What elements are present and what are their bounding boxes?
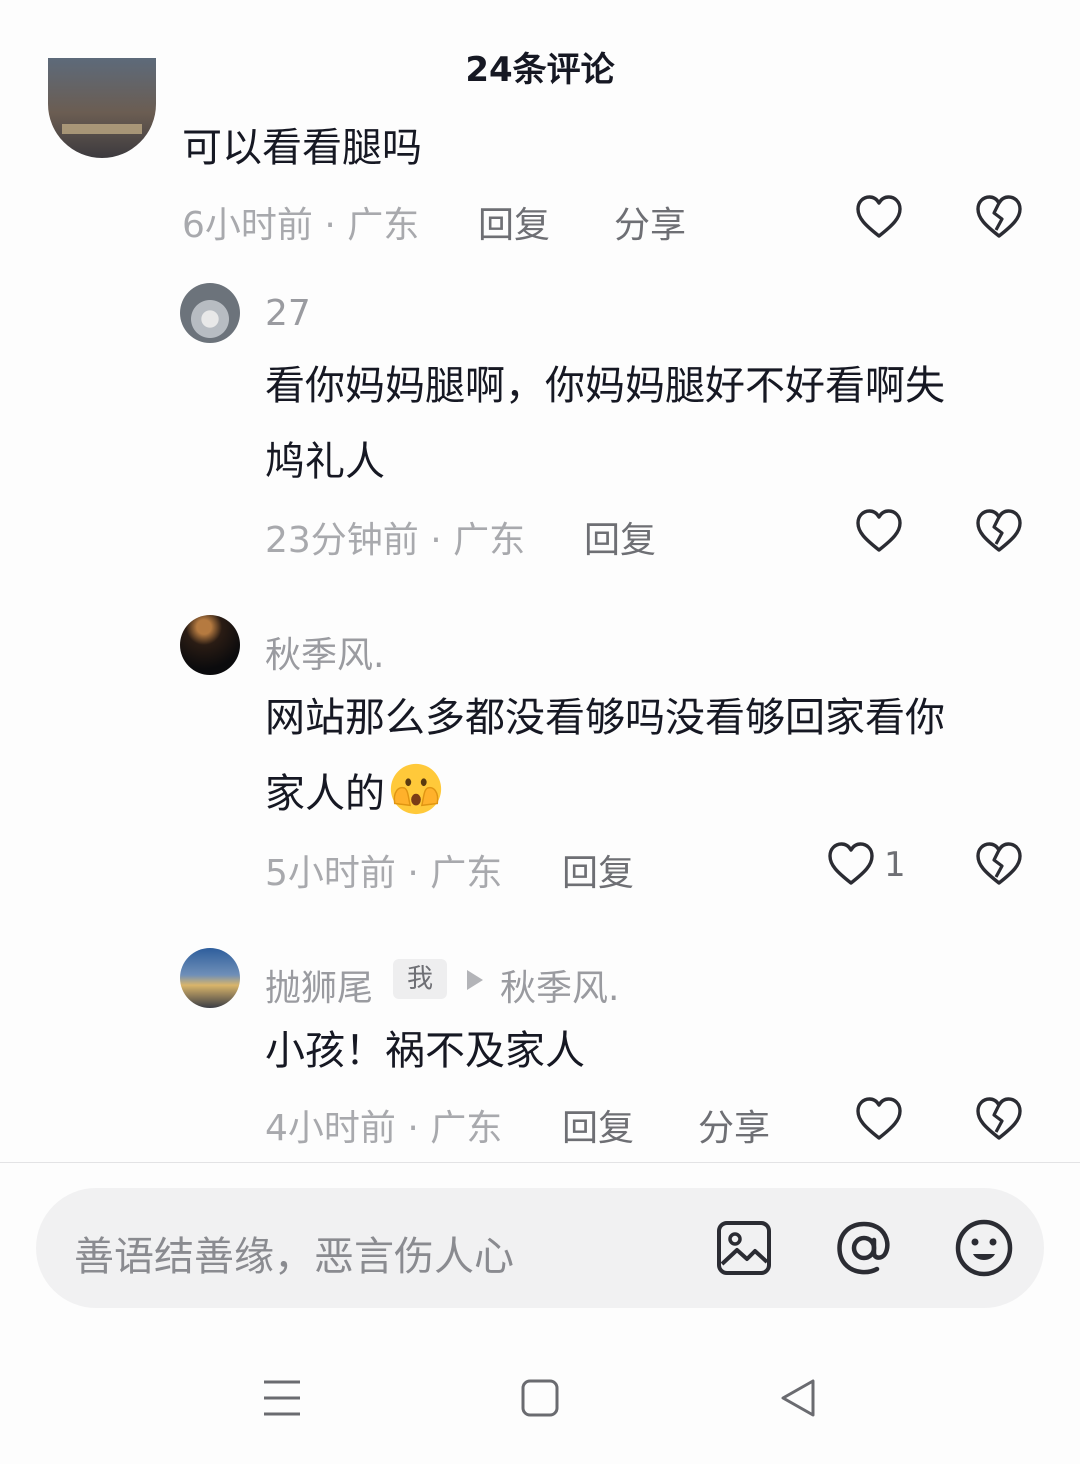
emoji-face-icon[interactable] <box>954 1218 1014 1278</box>
comments-header: 24条评论 <box>0 0 1080 120</box>
me-badge: 我 <box>393 959 447 999</box>
image-icon[interactable] <box>716 1220 772 1276</box>
share-button[interactable]: 分享 <box>614 196 686 248</box>
reply-button[interactable]: 回复 <box>478 196 550 248</box>
like-count: 1 <box>884 845 906 885</box>
comment-input-placeholder: 善语结善缘，恶言伤人心 <box>74 1234 514 1280</box>
comment-input[interactable]: 善语结善缘，恶言伤人心 <box>36 1188 1044 1308</box>
comment-text-line: 家人的 <box>265 771 385 817</box>
comments-count-title: 24条评论 <box>465 50 615 90</box>
broken-heart-icon[interactable] <box>975 194 1023 240</box>
commenter-name[interactable]: 秋季风. <box>265 626 384 678</box>
divider <box>0 1162 1080 1163</box>
system-nav-bar <box>0 1340 1080 1464</box>
avatar[interactable] <box>48 58 156 158</box>
comment-text: 小孩！祸不及家人 <box>265 1028 585 1074</box>
face-with-hands-over-mouth-icon <box>390 763 442 815</box>
share-button[interactable]: 分享 <box>698 1099 770 1151</box>
comment-meta: 6小时前 · 广东 <box>182 205 420 246</box>
reply-to-name[interactable]: 秋季风. <box>500 959 619 1011</box>
comment-meta: 5小时前 · 广东 <box>265 853 503 894</box>
broken-heart-icon[interactable] <box>975 841 1023 887</box>
heart-outline-icon[interactable] <box>855 194 903 240</box>
comment-meta: 23分钟前 · 广东 <box>265 520 526 561</box>
comment-text-line: 看你妈妈腿啊，你妈妈腿好不好看啊失 <box>265 363 945 409</box>
home-square-icon[interactable] <box>520 1378 560 1418</box>
comment-text-line: 鸠礼人 <box>265 439 385 485</box>
reply-button[interactable]: 回复 <box>584 511 656 563</box>
heart-outline-icon[interactable] <box>827 841 875 887</box>
reply-button[interactable]: 回复 <box>562 1099 634 1151</box>
broken-heart-icon[interactable] <box>975 1096 1023 1142</box>
avatar[interactable] <box>180 948 240 1008</box>
comment-text: 可以看看腿吗 <box>182 125 422 171</box>
back-triangle-icon[interactable] <box>778 1378 818 1418</box>
broken-heart-icon[interactable] <box>975 508 1023 554</box>
reply-button[interactable]: 回复 <box>562 844 634 896</box>
reply-to-arrow-icon <box>467 970 483 990</box>
menu-icon[interactable] <box>262 1378 302 1418</box>
commenter-name[interactable]: 27 <box>265 293 311 334</box>
heart-outline-icon[interactable] <box>855 1096 903 1142</box>
heart-outline-icon[interactable] <box>855 508 903 554</box>
comment-text-line: 网站那么多都没看够吗没看够回家看你 <box>265 695 945 741</box>
commenter-name[interactable]: 抛狮尾 <box>265 959 373 1011</box>
comment-text-line-with-emoji: 家人的 <box>265 756 445 832</box>
at-icon[interactable] <box>834 1218 894 1278</box>
avatar[interactable] <box>180 283 240 343</box>
comment-meta: 4小时前 · 广东 <box>265 1108 503 1149</box>
avatar[interactable] <box>180 615 240 675</box>
